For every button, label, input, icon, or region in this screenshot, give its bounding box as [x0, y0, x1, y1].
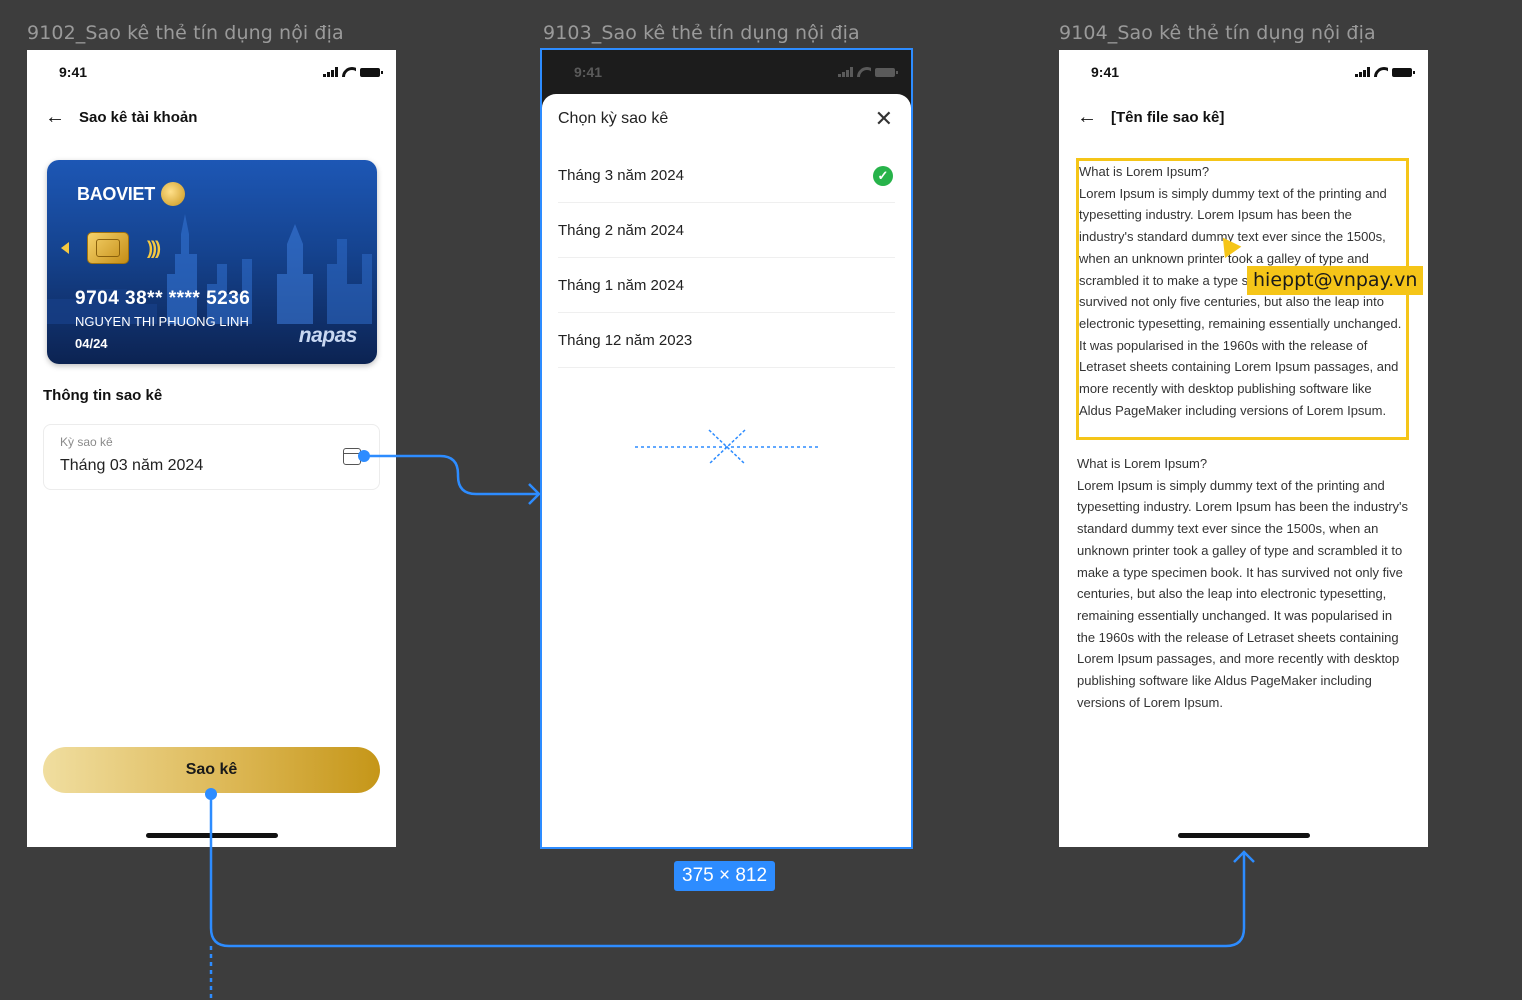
- home-indicator: [1177, 833, 1310, 838]
- battery-icon: [1392, 67, 1415, 77]
- period-option-label: Tháng 1 năm 2024: [558, 276, 684, 294]
- period-option-label: Tháng 2 năm 2024: [558, 221, 684, 239]
- frame-size-badge: 375 × 812: [674, 861, 776, 891]
- frame-label-9103: 9103_Sao kê thẻ tín dụng nội địa: [543, 22, 860, 44]
- document-paragraph-selected: What is Lorem Ipsum? Lorem Ipsum is simp…: [1076, 158, 1409, 440]
- bank-emblem-icon: [160, 182, 185, 206]
- home-indicator: [145, 833, 278, 838]
- statement-period-field[interactable]: Kỳ sao kê Tháng 03 năm 2024: [43, 424, 380, 490]
- card-holder-name: NGUYEN THI PHUONG LINH: [75, 314, 249, 329]
- calendar-icon[interactable]: [343, 448, 361, 465]
- close-icon[interactable]: ✕: [875, 108, 893, 130]
- connector-arrowhead: [1233, 850, 1255, 863]
- document-paragraph: What is Lorem Ipsum? Lorem Ipsum is simp…: [1077, 456, 1409, 710]
- section-title: Thông tin sao kê: [43, 387, 163, 404]
- period-option-label: Tháng 12 năm 2023: [558, 331, 693, 349]
- wifi-icon: [342, 67, 356, 77]
- connector-arrowhead: [528, 483, 541, 505]
- period-option[interactable]: Tháng 1 năm 2024: [558, 258, 895, 313]
- status-bar: 9:41: [542, 50, 911, 94]
- signal-icon: [838, 67, 853, 77]
- status-bar: 9:41: [27, 50, 396, 94]
- period-option[interactable]: Tháng 12 năm 2023: [558, 313, 895, 368]
- contactless-icon: ))): [147, 238, 161, 258]
- wifi-icon: [857, 67, 871, 77]
- card-number: 9704 38** **** 5236: [75, 288, 251, 309]
- field-value: Tháng 03 năm 2024: [60, 457, 204, 474]
- card-chip-icon: [87, 232, 129, 264]
- period-option-label: Tháng 3 năm 2024: [558, 166, 684, 184]
- status-bar: 9:41: [1059, 50, 1428, 94]
- status-time: 9:41: [59, 64, 88, 80]
- card-expiry: 04/24: [75, 336, 108, 351]
- frame-label-9102: 9102_Sao kê thẻ tín dụng nội địa: [27, 22, 344, 44]
- app-bar: ← [Tên file sao kê]: [1059, 102, 1428, 132]
- battery-icon: [875, 67, 898, 77]
- app-bar: ← Sao kê tài khoản: [27, 102, 396, 132]
- card-arrow-icon: [61, 242, 69, 254]
- check-circle-icon: ✓: [873, 166, 893, 186]
- screen-statement-account: 9:41 ← Sao kê tài khoản BAOVIET ))) 9704…: [27, 50, 396, 847]
- screen-statement-file: 9:41 ← [Tên file sao kê] What is Lorem I…: [1059, 50, 1428, 847]
- period-option[interactable]: Tháng 3 năm 2024 ✓: [558, 148, 895, 203]
- credit-card[interactable]: BAOVIET ))) 9704 38** **** 5236 NGUYEN T…: [47, 160, 377, 364]
- status-time: 9:41: [574, 64, 603, 80]
- statement-button[interactable]: Sao kê: [43, 747, 380, 793]
- period-option[interactable]: Tháng 2 năm 2024: [558, 203, 895, 258]
- page-title: Sao kê tài khoản: [79, 108, 198, 126]
- back-arrow-icon[interactable]: ←: [45, 107, 65, 127]
- screen-select-period: 9:41 Chọn kỳ sao kê ✕ Tháng 3 năm 2024 ✓…: [540, 48, 913, 849]
- signal-icon: [323, 67, 338, 77]
- wifi-icon: [1374, 67, 1388, 77]
- page-title: [Tên file sao kê]: [1111, 108, 1225, 126]
- field-label: Kỳ sao kê: [60, 435, 113, 449]
- bottom-sheet: Chọn kỳ sao kê ✕ Tháng 3 năm 2024 ✓ Thán…: [542, 94, 911, 847]
- card-network-logo: napas: [298, 324, 358, 347]
- collaborator-tag: hieppt@vnpay.vn: [1247, 266, 1424, 295]
- signal-icon: [1355, 67, 1370, 77]
- frame-label-9104: 9104_Sao kê thẻ tín dụng nội địa: [1059, 22, 1376, 44]
- bank-name: BAOVIET: [77, 183, 155, 204]
- battery-icon: [360, 67, 383, 77]
- sheet-title: Chọn kỳ sao kê: [558, 110, 669, 127]
- bank-logo: BAOVIET: [77, 182, 185, 206]
- status-time: 9:41: [1091, 64, 1120, 80]
- back-arrow-icon[interactable]: ←: [1077, 107, 1097, 127]
